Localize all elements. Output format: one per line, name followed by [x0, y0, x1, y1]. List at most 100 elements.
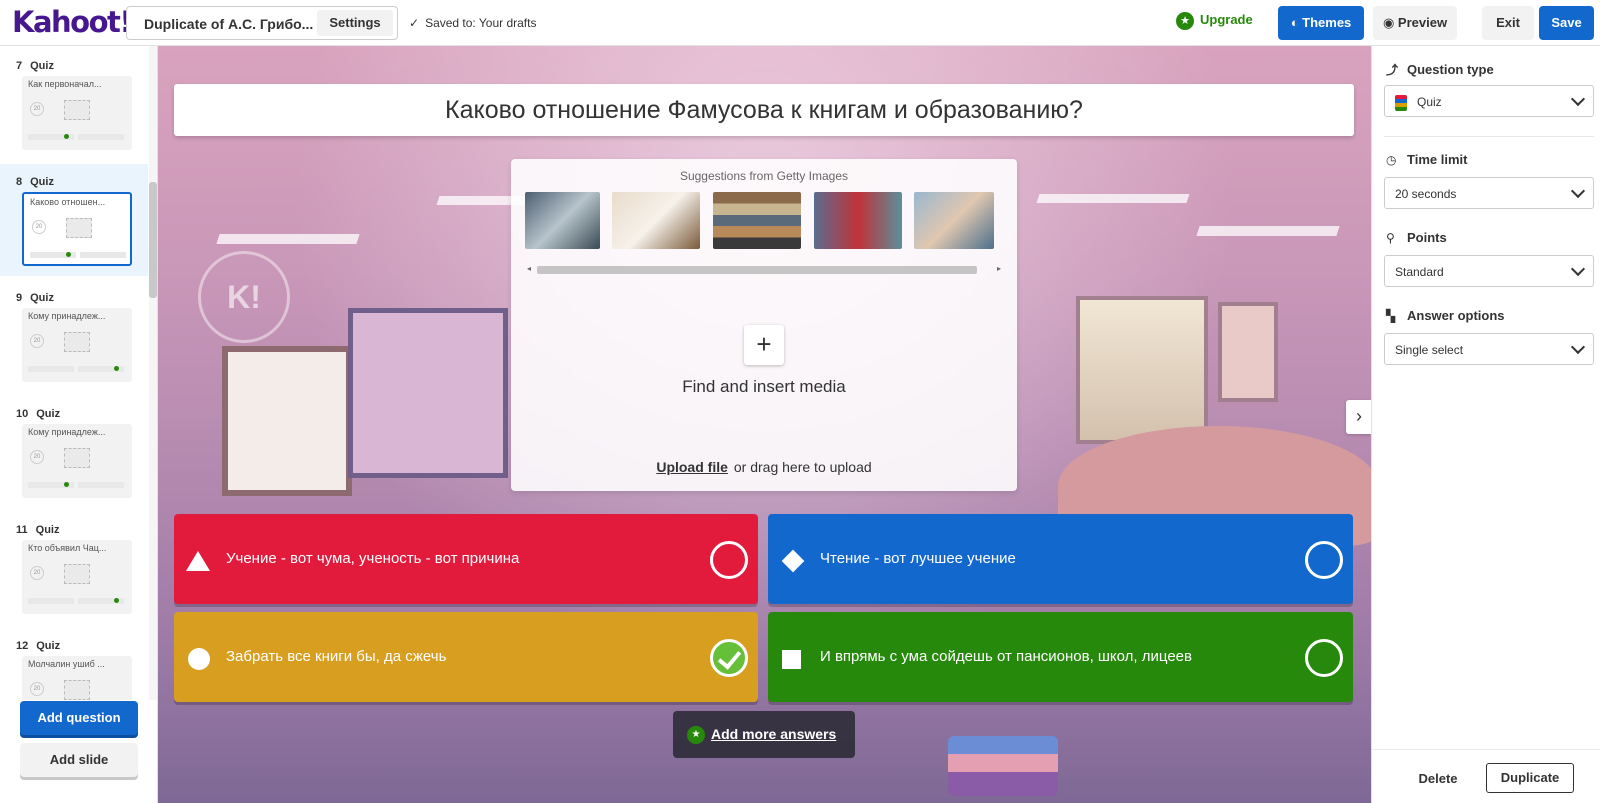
- correct-answer-dot: [114, 598, 119, 603]
- time-limit-select[interactable]: 20 seconds: [1384, 177, 1594, 209]
- star-icon: ★: [687, 726, 705, 744]
- slide-thumbnail-text: Каково отношен...: [30, 197, 106, 207]
- chevron-right-icon: ›: [1356, 406, 1362, 426]
- sidebar-scrollbar[interactable]: [149, 46, 157, 700]
- time-limit-value: 20 seconds: [1395, 187, 1457, 201]
- exit-button[interactable]: Exit: [1482, 6, 1534, 40]
- upload-file-link[interactable]: Upload file: [656, 459, 728, 475]
- question-canvas: K! Каково отношение Фамусова к книгам и …: [158, 46, 1371, 803]
- projector-screen: [348, 308, 508, 478]
- answer-option-4[interactable]: И впрямь с ума сойдешь от пансионов, шко…: [768, 612, 1353, 702]
- correct-answer-dot: [64, 134, 69, 139]
- add-slide-button[interactable]: Add slide: [20, 743, 138, 777]
- thumb-answer-bar: [78, 134, 124, 140]
- answer-option-3[interactable]: Забрать все книги бы, да сжечь: [174, 612, 758, 702]
- slide-label: 10 Quiz: [16, 408, 60, 420]
- scroll-left-icon[interactable]: ◂: [527, 264, 531, 273]
- sidebar-scroll-thumb[interactable]: [149, 182, 157, 298]
- correct-answer-toggle[interactable]: [1305, 639, 1343, 677]
- chevron-down-icon: [1570, 91, 1586, 107]
- slide-thumbnail-text: Кому принадлеж...: [28, 427, 106, 437]
- question-type-select[interactable]: Quiz: [1384, 85, 1594, 117]
- themes-button[interactable]: ◐ Themes: [1278, 6, 1364, 40]
- slide-thumbnail[interactable]: Кому принадлеж... 20: [22, 308, 132, 382]
- slide-thumbnail[interactable]: Кому принадлеж... 20: [22, 424, 132, 498]
- upload-hint: or drag here to upload: [733, 459, 872, 475]
- answer-options-select[interactable]: Single select: [1384, 333, 1594, 365]
- getty-scroll-track[interactable]: [537, 266, 977, 274]
- correct-answer-toggle[interactable]: [1305, 541, 1343, 579]
- answer-option-1[interactable]: Учение - вот чума, ученость - вот причин…: [174, 514, 758, 604]
- slide-list: 7QuizКак первоначал...20❐🗑8QuizКаково от…: [0, 46, 150, 700]
- chevron-down-icon: [1570, 339, 1586, 355]
- save-status-text: Saved to: Your drafts: [425, 16, 537, 30]
- answer-options-value: Single select: [1395, 343, 1464, 357]
- answer-text[interactable]: Учение - вот чума, ученость - вот причин…: [226, 550, 519, 567]
- collapse-panel-button[interactable]: ›: [1346, 400, 1371, 434]
- slide-timer: 20: [30, 450, 44, 464]
- slide-label: 9 Quiz: [16, 292, 54, 304]
- scroll-right-icon[interactable]: ▸: [997, 264, 1001, 273]
- slide-item[interactable]: 9 Quiz Кому принадлеж... 20: [0, 280, 148, 392]
- slide-number: 9: [16, 292, 23, 304]
- correct-answer-toggle[interactable]: [710, 541, 748, 579]
- slide-number: 11: [16, 524, 28, 536]
- slide-thumbnail[interactable]: Каково отношен... 20: [22, 192, 132, 266]
- slide-item[interactable]: 12 Quiz Молчалин ушиб ... 20: [0, 628, 148, 700]
- star-icon: ★: [1176, 12, 1194, 30]
- classroom-window: [1076, 296, 1208, 444]
- slide-thumbnail-text: Кому принадлеж...: [28, 311, 106, 321]
- getty-image-library[interactable]: [814, 192, 902, 249]
- slide-number: 12: [16, 640, 29, 652]
- delete-button[interactable]: Delete: [1408, 765, 1468, 793]
- themes-label: Themes: [1302, 15, 1352, 30]
- ceiling-light: [216, 234, 360, 244]
- divider: [1384, 136, 1594, 137]
- save-button[interactable]: Save: [1539, 6, 1594, 40]
- answer-text[interactable]: Забрать все книги бы, да сжечь: [226, 648, 446, 665]
- slide-type: Quiz: [36, 408, 61, 420]
- chevron-down-icon: [1570, 261, 1586, 277]
- books-stack: [948, 736, 1058, 796]
- media-panel[interactable]: Suggestions from Getty Images ◂ ▸ + Find…: [511, 159, 1017, 491]
- points-select[interactable]: Standard: [1384, 255, 1594, 287]
- preview-label: Preview: [1397, 15, 1448, 30]
- answer-text[interactable]: Чтение - вот лучшее учение: [820, 550, 1016, 567]
- answer-text[interactable]: И впрямь с ума сойдешь от пансионов, шко…: [820, 648, 1192, 665]
- grid-icon: ▚: [1386, 309, 1396, 323]
- slide-item[interactable]: 8 Quiz Каково отношен... 20: [0, 164, 148, 276]
- add-more-answers-label: Add more answers: [711, 726, 837, 742]
- question-type-value-text: Quiz: [1417, 95, 1442, 110]
- time-limit-label: ◷ Time limit: [1386, 152, 1467, 167]
- settings-button[interactable]: Settings: [317, 10, 393, 36]
- kahoot-logo[interactable]: Kahoot!: [12, 5, 133, 39]
- answer-option-2[interactable]: Чтение - вот лучшее учение: [768, 514, 1353, 604]
- slide-item[interactable]: 10 Quiz Кому принадлеж... 20: [0, 396, 148, 508]
- getty-image-writing[interactable]: [612, 192, 700, 249]
- getty-image-desk[interactable]: [525, 192, 600, 249]
- add-more-answers-button[interactable]: ★ Add more answers: [673, 711, 855, 758]
- preview-button[interactable]: ◉ Preview: [1373, 6, 1457, 40]
- find-media-label: Find and insert media: [682, 377, 846, 396]
- upgrade-button[interactable]: ★ Upgrade: [1176, 12, 1253, 30]
- thumb-answer-bar: [28, 366, 74, 372]
- slide-item[interactable]: 11 Quiz Кто объявил Чац... 20: [0, 512, 148, 624]
- slide-label: 11 Quiz: [16, 524, 59, 536]
- slide-thumbnail[interactable]: Как первоначал... 20: [22, 76, 132, 150]
- slide-thumbnail[interactable]: Молчалин ушиб ... 20: [22, 656, 132, 700]
- add-question-button[interactable]: Add question: [20, 701, 138, 735]
- getty-image-classroom[interactable]: [914, 192, 994, 249]
- kahoot-title-field[interactable]: Duplicate of А.С. Грибо... Settings: [126, 6, 398, 40]
- getty-scrollbar[interactable]: ◂ ▸: [525, 264, 1003, 274]
- getty-image-books[interactable]: [713, 192, 801, 249]
- add-media-button[interactable]: +: [744, 325, 784, 365]
- points-label: ⚲ Points: [1386, 230, 1447, 245]
- duplicate-button[interactable]: Duplicate: [1486, 763, 1574, 793]
- correct-answer-toggle-checked[interactable]: [710, 639, 748, 677]
- save-status: ✓ Saved to: Your drafts: [409, 16, 536, 30]
- kahoot-title: Duplicate of А.С. Грибо...: [144, 16, 314, 32]
- question-title-input[interactable]: Каково отношение Фамусова к книгам и обр…: [174, 84, 1354, 136]
- slide-item[interactable]: 7 Quiz Как первоначал... 20: [0, 48, 148, 160]
- palette-icon: ◐: [1290, 15, 1303, 30]
- slide-thumbnail[interactable]: Кто объявил Чац... 20: [22, 540, 132, 614]
